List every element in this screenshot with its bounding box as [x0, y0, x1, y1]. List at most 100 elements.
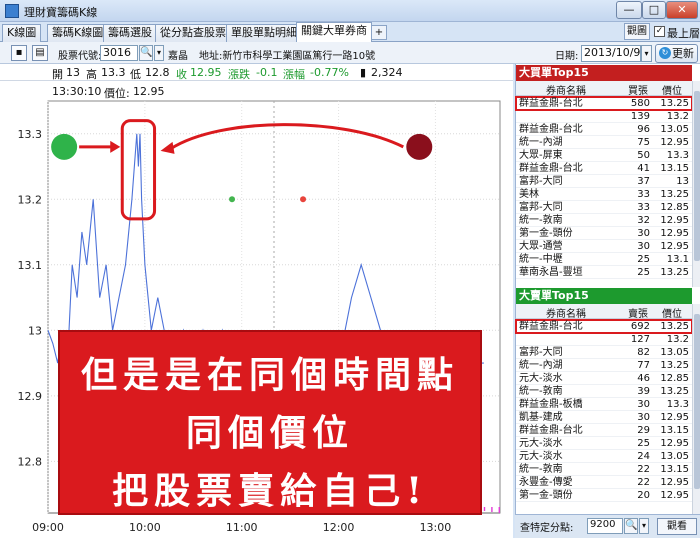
volume-bar [498, 507, 500, 513]
sell-price: 13.25 [660, 386, 689, 397]
sell-row[interactable]: 元大-淡水 25 12.95 [516, 437, 692, 450]
buy-row[interactable]: 富邦-大同 33 12.85 [516, 201, 692, 214]
sell-row[interactable]: 富邦-大同 82 13.05 [516, 346, 692, 359]
buy-row[interactable]: 139 13.2 [516, 110, 692, 123]
buy-row[interactable]: 華南永昌-豐垣 25 13.25 [516, 266, 692, 279]
branch-query-input[interactable]: 9200 [587, 518, 623, 534]
view-chart-button[interactable]: 觀圖 [624, 23, 650, 40]
open-folder-icon[interactable]: ▤ [32, 45, 48, 61]
buy-row[interactable]: 大眾-屏東 50 13.3 [516, 149, 692, 162]
sell-row[interactable]: 統一-內湖 77 13.25 [516, 359, 692, 372]
y-tick-label: 13.3 [18, 128, 43, 141]
sell-qty: 39 [637, 386, 650, 397]
x-tick-label: 12:00 [323, 521, 355, 534]
sell-scroll-thumb[interactable] [694, 314, 700, 489]
sell-broker: 元大-淡水 [519, 373, 563, 384]
buy-row[interactable]: 統一-內湖 75 12.95 [516, 136, 692, 149]
stock-code-dropdown[interactable]: ▾ [154, 45, 164, 61]
view-branch-button[interactable]: 觀看 [657, 518, 697, 535]
y-tick-label: 12.9 [18, 390, 43, 403]
sell-price: 13.15 [660, 425, 689, 436]
buy-qty: 30 [637, 241, 650, 252]
buy-qty: 50 [637, 150, 650, 161]
sell-broker: 元大-淡水 [519, 451, 563, 462]
date-input[interactable]: 2013/10/9 [581, 45, 641, 62]
sell-broker: 第一金-頭份 [519, 490, 573, 501]
tab-chip-k-line[interactable]: 籌碼K線圖 [47, 24, 109, 42]
sell-price: 12.95 [660, 412, 689, 423]
buy-broker: 群益金鼎-台北 [519, 163, 583, 174]
add-tab-icon[interactable]: + [371, 25, 387, 40]
broker-panel: 大買單Top15 券商名稱 買張 價位 群益金鼎-台北 580 13.25 139 13… [515, 64, 700, 538]
sell-row[interactable]: 統一-敦南 22 13.15 [516, 463, 692, 476]
buy-qty: 30 [637, 228, 650, 239]
app-icon [5, 4, 19, 18]
sell-price: 13.25 [660, 321, 689, 332]
save-icon[interactable]: ▪ [11, 45, 27, 61]
title-bar: 理財寶籌碼K線 — □ ✕ [0, 0, 700, 22]
sell-qty: 24 [637, 451, 650, 462]
buy-row[interactable]: 群益金鼎-台北 580 13.25 [515, 96, 693, 111]
buy-table: 群益金鼎-台北 580 13.25 139 13.2 群益金鼎-台北 96 13.05 統一-內… [515, 96, 693, 279]
buy-row[interactable]: 大眾-通營 30 12.95 [516, 240, 692, 253]
close-button[interactable]: ✕ [666, 1, 698, 19]
low-value: 12.8 [145, 66, 170, 79]
search-icon[interactable]: 🔍 [624, 518, 638, 534]
maximize-button[interactable]: □ [642, 1, 666, 19]
sell-row[interactable]: 第一金-頭份 20 12.95 [516, 489, 692, 502]
tab-key-big-orders[interactable]: 關鍵大單券商 [296, 22, 372, 43]
buy-scroll-thumb[interactable] [694, 91, 700, 261]
sell-row[interactable]: 127 13.2 [516, 333, 692, 346]
x-tick-label: 13:00 [420, 521, 452, 534]
buy-row[interactable]: 統一-中壢 25 13.1 [516, 253, 692, 266]
buy-row[interactable]: 群益金鼎-台北 96 13.05 [516, 123, 692, 136]
buy-qty: 33 [637, 189, 650, 200]
buy-price: 13.25 [660, 267, 689, 278]
buy-scrollbar[interactable] [692, 81, 700, 287]
always-on-top-checkbox[interactable]: ✓ [654, 26, 665, 37]
sell-row[interactable]: 元大-淡水 46 12.85 [516, 372, 692, 385]
y-tick-label: 13 [28, 324, 42, 337]
sell-scrollbar[interactable] [692, 304, 700, 514]
sell-broker: 統一-敦南 [519, 464, 563, 475]
sell-table: 群益金鼎-台北 692 13.25 127 13.2 富邦-大同 82 13.05 統一-內湖 7… [515, 319, 693, 502]
change-value: -0.1 [256, 66, 278, 79]
buy-row[interactable]: 統一-敦南 32 12.95 [516, 214, 692, 227]
sell-row[interactable]: 群益金鼎-台北 692 13.25 [515, 319, 693, 334]
tab-branch-lookup[interactable]: 從分點查股票 [155, 24, 231, 42]
buy-broker: 統一-中壢 [519, 254, 563, 265]
buy-broker: 群益金鼎-台北 [519, 124, 583, 135]
y-tick-label: 13.1 [18, 259, 43, 272]
buy-price: 12.95 [660, 215, 689, 226]
date-label: 日期: [555, 51, 579, 62]
tab-k-line[interactable]: K線圖 [2, 24, 42, 42]
buy-row[interactable]: 第一金-頭份 30 12.95 [516, 227, 692, 240]
sell-price: 13.2 [666, 334, 689, 345]
stock-code-label: 股票代號: [58, 51, 102, 62]
sell-row[interactable]: 群益金鼎-台北 29 13.15 [516, 424, 692, 437]
y-tick-label: 12.8 [18, 455, 43, 468]
buy-broker: 第一金-頭份 [519, 228, 573, 239]
trade-marker [300, 196, 307, 203]
tab-chip-screener[interactable]: 籌碼選股 [103, 24, 157, 42]
minimize-button[interactable]: — [616, 1, 642, 19]
buy-broker: 統一-敦南 [519, 215, 563, 226]
search-icon[interactable]: 🔍 [139, 45, 153, 61]
sell-row[interactable]: 群益金鼎-板橋 30 13.3 [516, 398, 692, 411]
open-value: 13 [66, 66, 80, 79]
date-picker-dropdown[interactable]: ▾ [641, 45, 652, 62]
sell-row[interactable]: 永豐金-傳愛 22 12.95 [516, 476, 692, 489]
branch-dropdown[interactable]: ▾ [639, 518, 649, 534]
tab-single-branch-detail[interactable]: 單股單點明細 [226, 24, 302, 42]
cursor-price-value: 12.95 [133, 85, 165, 98]
buy-broker: 富邦-大同 [519, 202, 563, 213]
stock-code-input[interactable]: 3016 [100, 45, 138, 61]
buy-row[interactable]: 美林 33 13.25 [516, 188, 692, 201]
sell-row[interactable]: 凱基-建成 30 12.95 [516, 411, 692, 424]
sell-row[interactable]: 統一-敦南 39 13.25 [516, 385, 692, 398]
buy-row[interactable]: 富邦-大同 37 13 [516, 175, 692, 188]
trade-marker [406, 133, 433, 160]
buy-row[interactable]: 群益金鼎-台北 41 13.15 [516, 162, 692, 175]
sell-row[interactable]: 元大-淡水 24 13.05 [516, 450, 692, 463]
cursor-price-label: 價位: [104, 87, 130, 100]
